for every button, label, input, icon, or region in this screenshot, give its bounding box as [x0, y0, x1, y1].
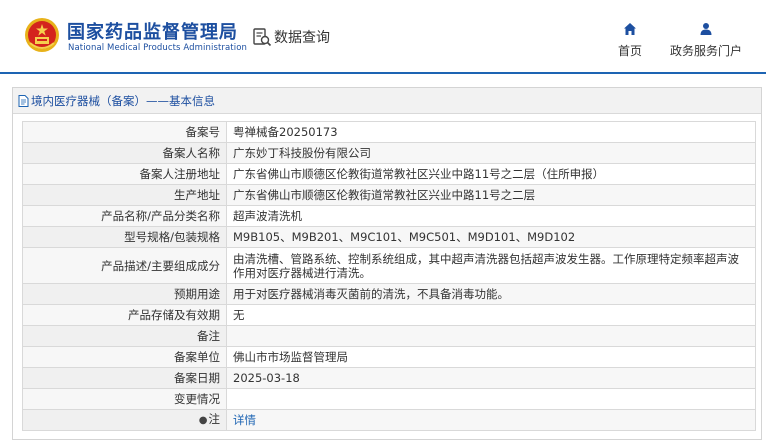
field-value: 广东省佛山市顺德区伦教街道常教社区兴业中路11号之二层（住所申报） [226, 163, 756, 185]
table-row: 变更情况 [22, 388, 756, 410]
field-value: 超声波清洗机 [226, 205, 756, 227]
table-row: 产品名称/产品分类名称 超声波清洗机 [22, 205, 756, 227]
field-label: 备案号 [22, 121, 227, 143]
record-panel: 境内医疗器械（备案）——基本信息 备案号 粤禅械备20250173 备案人名称 … [12, 87, 762, 440]
field-label: 备案人名称 [22, 142, 227, 164]
note-label: 注 [208, 412, 221, 426]
field-label: 备案单位 [22, 346, 227, 368]
field-value: 广东省佛山市顺德区伦教街道常教社区兴业中路11号之二层 [226, 184, 756, 206]
field-value: 广东妙丁科技股份有限公司 [226, 142, 756, 164]
field-label: 型号规格/包装规格 [22, 226, 227, 248]
brand-name-cn: 国家药品监督管理局 [67, 22, 238, 43]
details-link[interactable]: 详情 [233, 413, 256, 427]
table-row: 备注 [22, 325, 756, 347]
record-table: 备案号 粤禅械备20250173 备案人名称 广东妙丁科技股份有限公司 备案人注… [22, 121, 756, 431]
field-value: 无 [226, 304, 756, 326]
note-value-cell: 详情 [226, 409, 756, 431]
nav-gov-service-portal[interactable]: 政务服务门户 [666, 22, 746, 59]
field-value: 佛山市市场监督管理局 [226, 346, 756, 368]
field-label: 产品存储及有效期 [22, 304, 227, 326]
table-row: 产品存储及有效期 无 [22, 304, 756, 326]
document-icon [18, 94, 29, 107]
field-label: 产品描述/主要组成成分 [22, 247, 227, 284]
panel-title: 境内医疗器械（备案）——基本信息 [31, 93, 215, 108]
field-label: 预期用途 [22, 283, 227, 305]
field-value: 用于对医疗器械消毒灭菌前的清洗，不具备消毒功能。 [226, 283, 756, 305]
data-query-label: 数据查询 [274, 30, 330, 46]
field-label: 备案日期 [22, 367, 227, 389]
field-value: M9B105、M9B201、M9C101、M9C501、M9D101、M9D10… [226, 226, 756, 248]
table-row: 型号规格/包装规格 M9B105、M9B201、M9C101、M9C501、M9… [22, 226, 756, 248]
table-row: 备案号 粤禅械备20250173 [22, 121, 756, 143]
note-label-cell: ●注 [22, 409, 227, 431]
field-label: 产品名称/产品分类名称 [22, 205, 227, 227]
field-value: 由清洗槽、管路系统、控制系统组成，其中超声清洗器包括超声波发生器。工作原理特定频… [226, 247, 756, 284]
pin-icon: ● [198, 415, 208, 426]
field-label: 备注 [22, 325, 227, 347]
table-row: 备案日期 2025-03-18 [22, 367, 756, 389]
table-row: 备案单位 佛山市市场监督管理局 [22, 346, 756, 368]
table-row: 备案人名称 广东妙丁科技股份有限公司 [22, 142, 756, 164]
data-query-icon [253, 28, 272, 47]
field-label: 生产地址 [22, 184, 227, 206]
field-label: 备案人注册地址 [22, 163, 227, 185]
table-row: 备案人注册地址 广东省佛山市顺德区伦教街道常教社区兴业中路11号之二层（住所申报… [22, 163, 756, 185]
field-value: 2025-03-18 [226, 367, 756, 389]
table-row-note: ●注 详情 [22, 409, 756, 431]
brand-name-en: National Medical Products Administration [68, 43, 247, 53]
table-row: 预期用途 用于对医疗器械消毒灭菌前的清洗，不具备消毒功能。 [22, 283, 756, 305]
nav-home[interactable]: 首页 [612, 22, 648, 59]
home-icon [624, 23, 636, 35]
nav-home-label: 首页 [617, 44, 642, 58]
site-header: 国家药品监督管理局 National Medical Products Admi… [0, 0, 766, 74]
data-query-link[interactable]: 数据查询 [252, 27, 330, 47]
table-row: 生产地址 广东省佛山市顺德区伦教街道常教社区兴业中路11号之二层 [22, 184, 756, 206]
table-row: 产品描述/主要组成成分 由清洗槽、管路系统、控制系统组成，其中超声清洗器包括超声… [22, 247, 756, 284]
field-label: 变更情况 [22, 388, 227, 410]
nav-gov-service-label: 政务服务门户 [669, 44, 742, 58]
field-value [226, 388, 756, 410]
national-emblem-icon [25, 18, 59, 52]
panel-title-bar: 境内医疗器械（备案）——基本信息 [13, 88, 761, 114]
field-value: 粤禅械备20250173 [226, 121, 756, 143]
user-icon [700, 23, 712, 35]
field-value [226, 325, 756, 347]
